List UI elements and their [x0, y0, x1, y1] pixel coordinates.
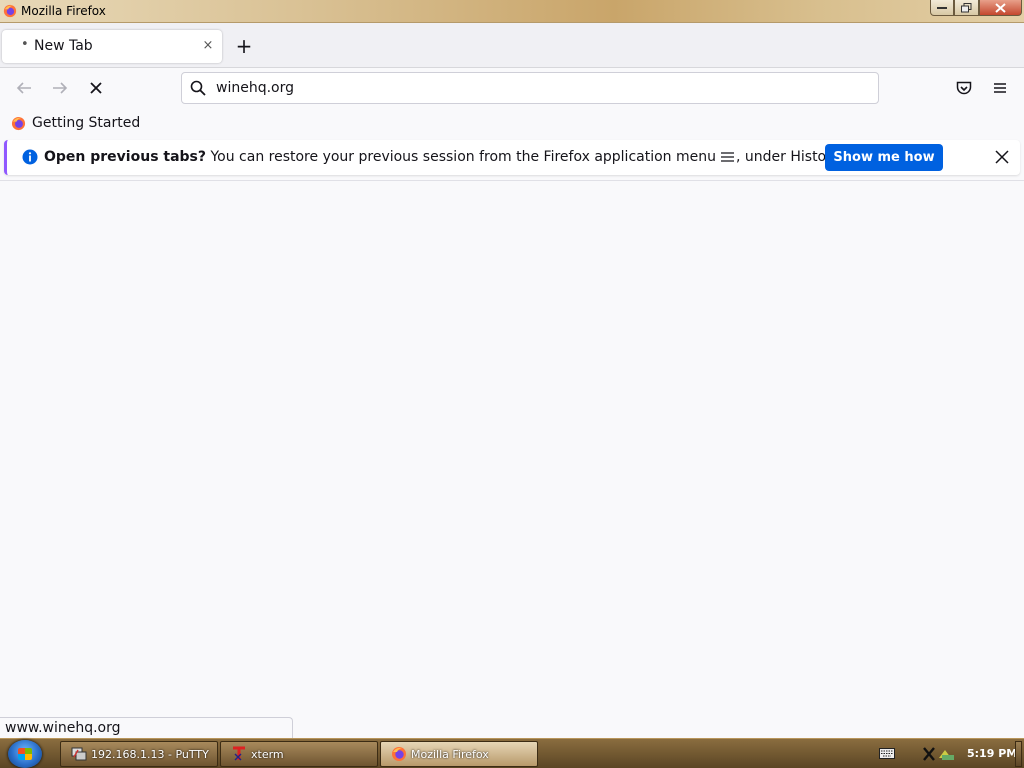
- taskbar-item-label: xterm: [251, 747, 284, 761]
- bookmark-label: Getting Started: [32, 115, 141, 131]
- new-tab-button[interactable]: +: [233, 35, 255, 57]
- taskbar-item-label: Mozilla Firefox: [411, 747, 489, 761]
- close-window-button[interactable]: [979, 0, 1022, 16]
- notification-message: Open previous tabs? You can restore your…: [44, 149, 843, 165]
- tab-close-icon[interactable]: ×: [200, 38, 216, 54]
- taskbar-item-xterm[interactable]: xterm: [220, 741, 378, 767]
- firefox-icon: [11, 116, 26, 130]
- bookmark-getting-started[interactable]: Getting Started: [11, 113, 140, 133]
- window-titlebar: Mozilla Firefox: [0, 0, 1024, 23]
- status-link-text: www.winehq.org: [5, 720, 121, 736]
- tab-new-tab[interactable]: • New Tab ×: [2, 30, 222, 63]
- back-button[interactable]: [13, 77, 35, 99]
- notification-title: Open previous tabs?: [44, 149, 207, 165]
- minimize-icon: [937, 6, 947, 9]
- taskbar-item-putty[interactable]: 192.168.1.13 - PuTTY: [60, 741, 218, 767]
- taskbar-item-label: 192.168.1.13 - PuTTY: [91, 747, 209, 761]
- url-bar[interactable]: [181, 72, 879, 104]
- notification-text-before: You can restore your previous session fr…: [206, 149, 716, 165]
- keyboard-icon[interactable]: [879, 748, 895, 759]
- search-icon: [190, 80, 206, 96]
- firefox-icon: [3, 4, 17, 18]
- taskbar: 192.168.1.13 - PuTTY xterm Mozilla Firef…: [0, 738, 1024, 768]
- pocket-button[interactable]: [953, 77, 975, 99]
- show-desktop-button[interactable]: [1015, 741, 1022, 767]
- tab-label: New Tab: [34, 38, 93, 54]
- stop-icon: [90, 82, 102, 94]
- window-title: Mozilla Firefox: [21, 4, 106, 18]
- clock: 5:19 PM: [967, 747, 1018, 760]
- close-icon[interactable]: [993, 148, 1011, 166]
- hamburger-menu-icon: [994, 83, 1006, 93]
- stop-button[interactable]: [85, 77, 107, 99]
- xterm-icon: [233, 746, 245, 761]
- restore-icon: [961, 2, 972, 12]
- url-input[interactable]: [216, 80, 816, 96]
- app-menu-button[interactable]: [989, 77, 1011, 99]
- page-content[interactable]: [0, 181, 1024, 738]
- maximize-button[interactable]: [954, 0, 979, 16]
- close-icon: [995, 2, 1006, 13]
- info-icon: [22, 149, 38, 165]
- forward-button[interactable]: [49, 77, 71, 99]
- start-button[interactable]: [8, 740, 42, 768]
- arrow-right-icon: [53, 82, 68, 94]
- x-server-tray-icon[interactable]: [922, 746, 956, 762]
- bookmarks-toolbar: Getting Started: [0, 108, 1024, 138]
- pocket-icon: [956, 81, 972, 94]
- show-me-how-button[interactable]: Show me how: [825, 144, 943, 171]
- arrow-left-icon: [16, 82, 31, 94]
- hamburger-menu-icon: [721, 152, 734, 162]
- tab-loading-indicator: •: [21, 37, 29, 52]
- taskbar-item-firefox[interactable]: Mozilla Firefox: [380, 741, 538, 767]
- putty-icon: [71, 747, 87, 761]
- status-panel: www.winehq.org: [0, 717, 293, 738]
- navigation-toolbar: [0, 68, 1024, 108]
- session-restore-notification: Open previous tabs? You can restore your…: [4, 140, 1020, 175]
- minimize-button[interactable]: [930, 0, 954, 16]
- tab-strip: • New Tab × +: [0, 23, 1024, 68]
- firefox-icon: [392, 747, 406, 761]
